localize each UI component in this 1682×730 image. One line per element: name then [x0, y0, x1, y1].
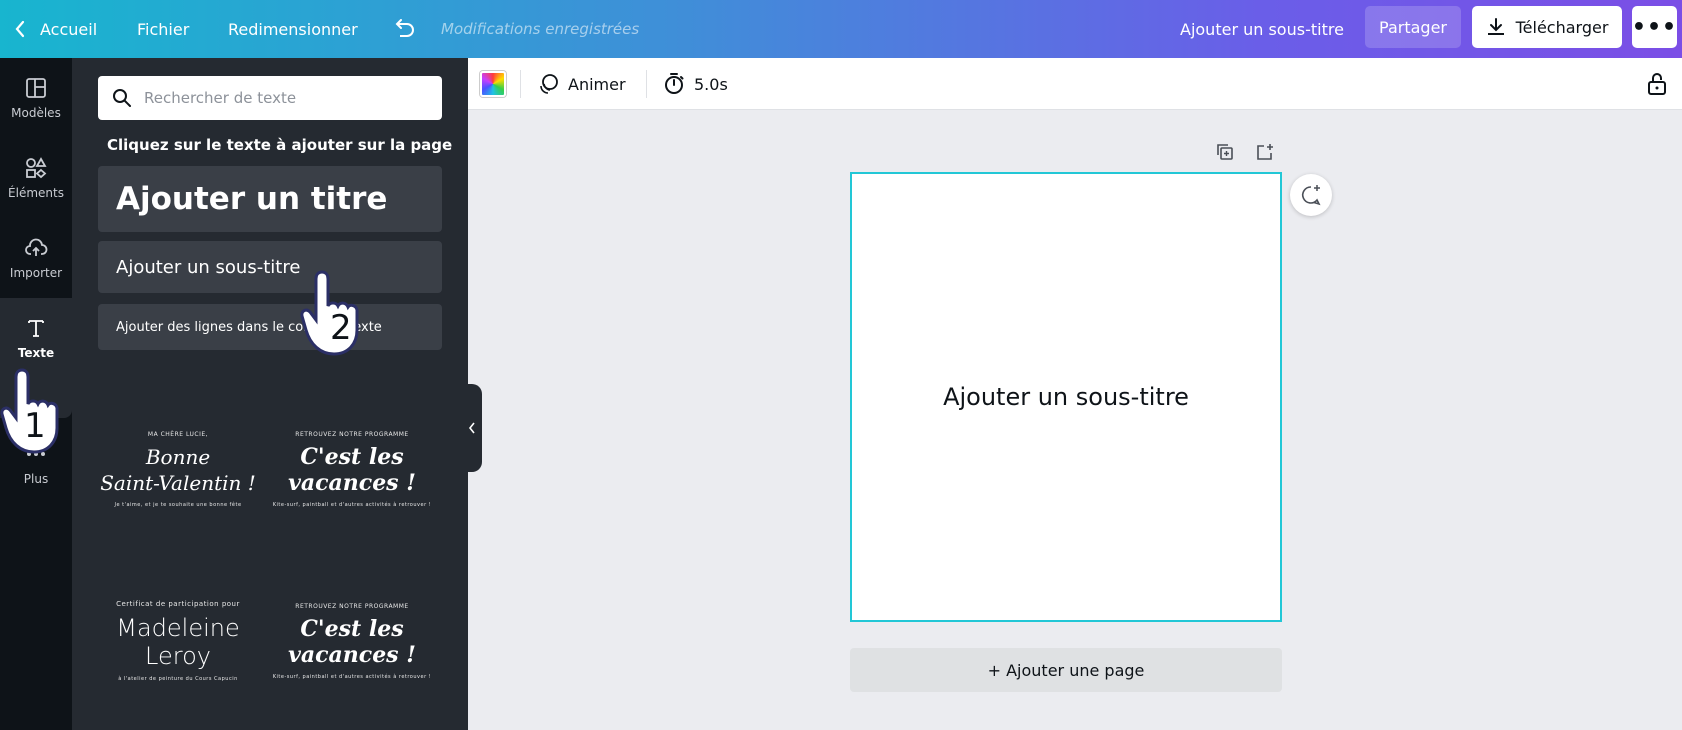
text-template-card[interactable]: Certificat de participation pour Madelei… — [94, 566, 262, 716]
undo-icon — [395, 19, 414, 37]
rail-tab-elements[interactable]: Éléments — [0, 138, 72, 218]
template-bottom-text: à l'atelier de peinture du Cours Capucin — [118, 676, 238, 682]
home-link[interactable]: Accueil — [14, 0, 97, 58]
chevron-left-icon — [15, 20, 25, 38]
lock-icon — [1648, 73, 1666, 95]
rail-label-templates: Modèles — [11, 106, 61, 120]
templates-icon — [26, 78, 46, 98]
page-subtitle-text[interactable]: Ajouter un sous-titre — [943, 383, 1189, 411]
elements-icon — [26, 157, 47, 179]
search-input[interactable] — [144, 89, 414, 107]
collapse-panel-button[interactable] — [462, 384, 482, 472]
add-subtitle-button[interactable]: Ajouter un sous-titre — [98, 241, 442, 293]
lock-button[interactable] — [1646, 58, 1668, 110]
comment-button[interactable] — [1290, 174, 1332, 216]
rail-label-upload: Importer — [9, 266, 63, 280]
top-bar: Accueil Fichier Redimensionner Modificat… — [0, 0, 1682, 58]
toolbar-divider — [520, 70, 521, 98]
animate-label: Animer — [568, 74, 626, 94]
chevron-left-icon — [468, 422, 475, 434]
rail-tab-templates[interactable]: Modèles — [0, 58, 72, 138]
home-label: Accueil — [40, 19, 98, 39]
download-label: Télécharger — [1515, 17, 1609, 37]
template-top-text: RETROUVEZ NOTRE PROGRAMME — [295, 430, 409, 438]
more-options-button[interactable]: ••• — [1632, 6, 1677, 48]
add-page-button[interactable]: + Ajouter une page — [850, 648, 1282, 692]
animate-button[interactable]: Animer — [536, 58, 626, 110]
animate-icon — [540, 74, 558, 94]
duration-button[interactable]: 5.0s — [662, 58, 728, 110]
template-main-line: Saint-Valentin ! — [100, 470, 256, 495]
rail-label-text: Texte — [17, 346, 55, 360]
pointer-hand-annotation: 2 — [300, 268, 370, 362]
comment-add-icon — [1302, 185, 1321, 206]
text-template-card[interactable]: RETROUVEZ NOTRE PROGRAMME C'est les vaca… — [268, 394, 436, 544]
template-main-line: Bonne — [145, 444, 211, 469]
editor-toolbar: Animer 5.0s — [468, 58, 1682, 110]
resize-menu[interactable]: Redimensionner — [228, 0, 358, 58]
template-bottom-text: Kite-surf, paintball et d'autres activit… — [272, 501, 432, 508]
template-main-line: vacances ! — [288, 469, 416, 496]
search-icon — [113, 89, 131, 107]
template-main-line: C'est les — [300, 443, 404, 470]
template-bottom-text: Je t'aime, et je te souhaite une bonne f… — [114, 501, 242, 508]
template-main-line: vacances ! — [288, 641, 416, 668]
color-picker-swatch[interactable] — [480, 71, 506, 97]
pointer-hand-annotation: 1 — [0, 366, 70, 460]
add-page-icon — [1257, 144, 1273, 160]
text-panel: Cliquez sur le texte à ajouter sur la pa… — [72, 58, 468, 730]
rail-tab-upload[interactable]: Importer — [0, 218, 72, 298]
text-template-card[interactable]: MA CHÈRE LUCIE, Bonne Saint-Valentin ! J… — [94, 394, 262, 544]
duration-label: 5.0s — [694, 74, 728, 94]
template-top-text: Certificat de participation pour — [116, 600, 240, 608]
undo-button[interactable] — [392, 0, 416, 58]
timer-icon — [665, 73, 684, 94]
text-icon — [28, 320, 44, 337]
add-page-icon-button[interactable] — [1255, 142, 1279, 166]
search-box[interactable] — [98, 76, 442, 120]
download-button[interactable]: Télécharger — [1472, 6, 1622, 48]
document-title[interactable]: Ajouter un sous-titre — [1180, 0, 1344, 58]
step-number-2: 2 — [330, 308, 352, 348]
template-main-line: Madeleine — [116, 614, 240, 642]
add-title-button[interactable]: Ajouter un titre — [98, 166, 442, 232]
save-status: Modifications enregistrées — [441, 20, 640, 38]
template-main-line: C'est les — [300, 615, 404, 642]
design-page[interactable]: Ajouter un sous-titre — [850, 172, 1282, 622]
text-template-card[interactable]: RETROUVEZ NOTRE PROGRAMME C'est les vaca… — [268, 566, 436, 716]
add-body-button[interactable]: Ajouter des lignes dans le corps de text… — [98, 304, 442, 350]
panel-hint: Cliquez sur le texte à ajouter sur la pa… — [107, 136, 453, 154]
duplicate-icon — [1217, 144, 1233, 160]
duplicate-page-button[interactable] — [1215, 142, 1239, 166]
rail-label-more: Plus — [23, 472, 49, 486]
upload-icon — [25, 238, 48, 256]
download-icon — [1487, 18, 1504, 35]
template-bottom-text: Kite-surf, paintball et d'autres activit… — [272, 673, 432, 680]
step-number-1: 1 — [24, 406, 46, 446]
template-top-text: RETROUVEZ NOTRE PROGRAMME — [295, 602, 409, 610]
rail-label-elements: Éléments — [8, 186, 64, 200]
share-button[interactable]: Partager — [1365, 6, 1461, 48]
file-menu[interactable]: Fichier — [137, 0, 189, 58]
toolbar-divider — [646, 70, 647, 98]
template-main-line: Leroy — [145, 642, 211, 670]
template-top-text: MA CHÈRE LUCIE, — [147, 430, 209, 438]
